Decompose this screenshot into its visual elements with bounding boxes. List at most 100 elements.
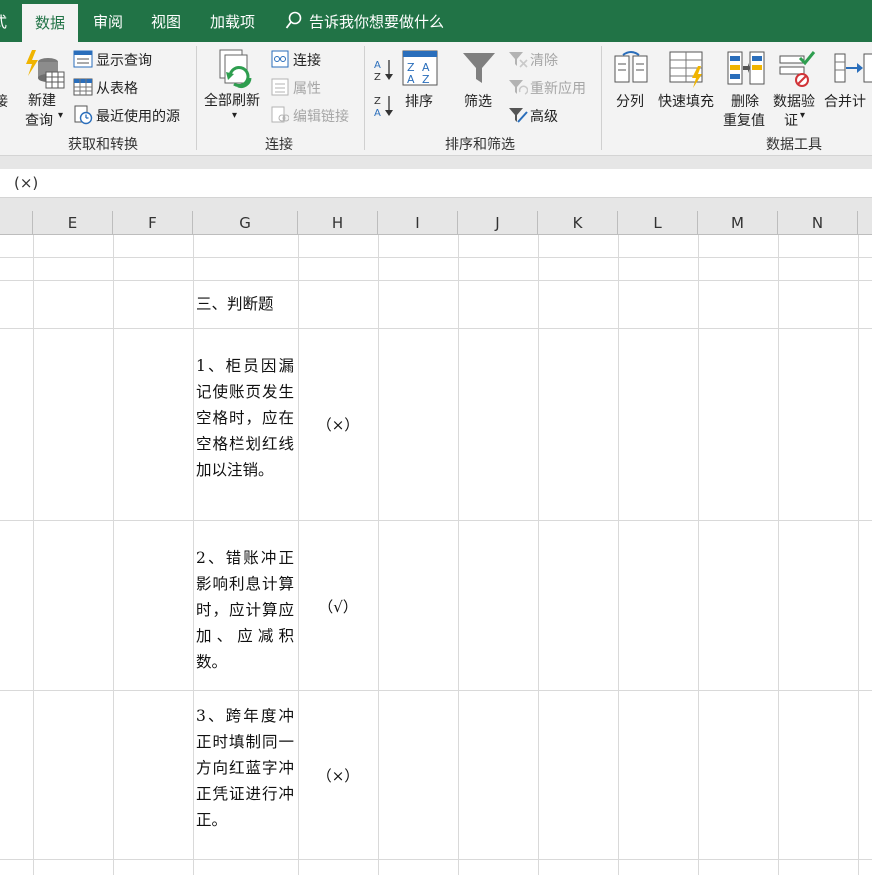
edit-links-icon (271, 106, 289, 123)
remove-duplicates-label-2[interactable]: 重复值 (723, 110, 765, 130)
column-header-f[interactable]: F (113, 211, 193, 235)
tab-view[interactable]: 视图 (151, 0, 181, 42)
refresh-all-button[interactable]: 全部刷新 (204, 90, 260, 110)
flash-fill-button[interactable]: 快速填充 (658, 91, 714, 111)
from-table-icon (73, 78, 93, 96)
properties-button[interactable]: 属性 (293, 78, 321, 98)
gridline (0, 280, 872, 281)
worksheet-grid[interactable]: 三、判断题 1、柜员因漏记使账页发生空格时，应在空格栏划红线加以注销。 （×） … (0, 235, 872, 875)
cell-h-answer-2[interactable]: （√） (298, 596, 378, 617)
column-header-i[interactable]: I (378, 211, 458, 235)
gridline (33, 235, 34, 875)
advanced-button[interactable]: 高级 (530, 106, 558, 126)
consolidate-button[interactable]: 合并计 (824, 91, 866, 111)
remove-duplicates-label-1[interactable]: 删除 (731, 91, 759, 111)
gridline (858, 235, 859, 875)
flash-fill-icon[interactable] (668, 48, 708, 88)
tab-addins[interactable]: 加载项 (210, 0, 255, 42)
cell-g-question-1[interactable]: 1、柜员因漏记使账页发生空格时，应在空格栏划红线加以注销。 (196, 353, 294, 483)
group-separator (601, 46, 602, 150)
column-header-k[interactable]: K (538, 211, 618, 235)
data-validation-dropdown-icon[interactable]: ▾ (800, 110, 805, 121)
cell-h-answer-1[interactable]: （×） (298, 414, 378, 435)
consolidate-icon[interactable] (833, 50, 872, 86)
gridline (778, 235, 779, 875)
column-header-j[interactable]: J (458, 211, 538, 235)
cell-g-question-2[interactable]: 2、错账冲正影响利息计算时，应计算应加、应减积数。 (196, 545, 294, 675)
reapply-button[interactable]: 重新应用 (530, 78, 586, 98)
gridline (0, 520, 872, 521)
recent-sources-icon (74, 105, 93, 125)
formula-bar-gap (0, 198, 872, 211)
gridline (458, 235, 459, 875)
gridline (193, 235, 194, 875)
gridline (0, 859, 872, 860)
new-query-label-1[interactable]: 新建 (28, 90, 56, 110)
column-header-n[interactable]: N (778, 211, 858, 235)
gridline (618, 235, 619, 875)
new-query-icon[interactable] (22, 48, 66, 92)
clear-button[interactable]: 清除 (530, 50, 558, 70)
column-header-l[interactable]: L (618, 211, 698, 235)
column-header-h[interactable]: H (298, 211, 378, 235)
cell-g-section-title[interactable]: 三、判断题 (196, 292, 294, 316)
tab-data[interactable]: 数据 (22, 4, 78, 42)
text-to-columns-icon[interactable] (613, 50, 649, 86)
refresh-all-icon[interactable] (216, 48, 256, 92)
svg-text:Z: Z (422, 73, 430, 86)
tell-me-search[interactable]: 告诉我你想要做什么 (285, 0, 444, 42)
group-label-connections: 连接 (265, 137, 293, 153)
filter-button[interactable]: 筛选 (464, 91, 492, 111)
show-queries-button[interactable]: 显示查询 (96, 50, 152, 70)
gridline (538, 235, 539, 875)
group-separator (364, 46, 365, 150)
connections-button[interactable]: 连接 (293, 50, 321, 70)
formula-bar-content[interactable]: (×) (14, 174, 38, 192)
edit-links-button[interactable]: 编辑链接 (293, 106, 349, 126)
group-separator (196, 46, 197, 150)
sort-ascending-icon[interactable]: A Z (374, 58, 394, 82)
refresh-all-dropdown-icon[interactable]: ▾ (232, 110, 237, 121)
cell-g-question-3[interactable]: 3、跨年度冲正时填制同一方向红蓝字冲正凭证进行冲正。 (196, 703, 294, 833)
ribbon-tab-bar: 式 数据 审阅 视图 加载项 告诉我你想要做什么 (0, 0, 872, 42)
gridline (378, 235, 379, 875)
partial-button-label[interactable]: 接 (0, 91, 8, 111)
column-header-m[interactable]: M (698, 211, 778, 235)
tab-formulas-partial[interactable]: 式 (0, 0, 7, 42)
tab-review[interactable]: 审阅 (93, 0, 123, 42)
tell-me-text: 告诉我你想要做什么 (309, 12, 445, 31)
new-query-dropdown-icon[interactable]: ▾ (58, 110, 63, 121)
recent-sources-button[interactable]: 最近使用的源 (96, 106, 180, 126)
sort-dialog-icon[interactable]: Z A A Z (402, 50, 438, 86)
formula-bar[interactable]: (×) (0, 169, 872, 198)
column-header-g[interactable]: G (193, 211, 298, 235)
new-query-label-2[interactable]: 查询 (25, 110, 53, 130)
filter-icon[interactable] (461, 50, 497, 86)
remove-duplicates-icon[interactable] (726, 50, 766, 86)
svg-text:Z: Z (374, 96, 381, 107)
lightbulb-search-icon (285, 11, 302, 29)
sort-descending-icon[interactable]: Z A (374, 94, 394, 118)
svg-text:A: A (374, 60, 381, 71)
gridline (0, 690, 872, 691)
gridline (0, 257, 872, 258)
column-headers: E F G H I J K L M N (0, 211, 872, 235)
from-table-button[interactable]: 从表格 (96, 78, 138, 98)
column-header-e[interactable]: E (33, 211, 113, 235)
gridline (113, 235, 114, 875)
data-validation-label-1[interactable]: 数据验 (773, 91, 815, 111)
cell-h-answer-3[interactable]: （×） (298, 765, 378, 786)
reapply-icon (509, 80, 528, 95)
svg-text:A: A (407, 73, 415, 86)
gridline (0, 328, 872, 329)
svg-text:A: A (374, 108, 381, 118)
show-queries-icon (73, 50, 93, 68)
column-header-partial[interactable] (0, 211, 33, 235)
gridline (698, 235, 699, 875)
text-to-columns-button[interactable]: 分列 (616, 91, 644, 111)
sort-button[interactable]: 排序 (405, 91, 433, 111)
connections-icon (271, 50, 289, 68)
data-validation-icon[interactable] (778, 50, 816, 88)
data-validation-label-2[interactable]: 证 (784, 110, 798, 130)
group-label-get-transform: 获取和转换 (68, 137, 138, 153)
